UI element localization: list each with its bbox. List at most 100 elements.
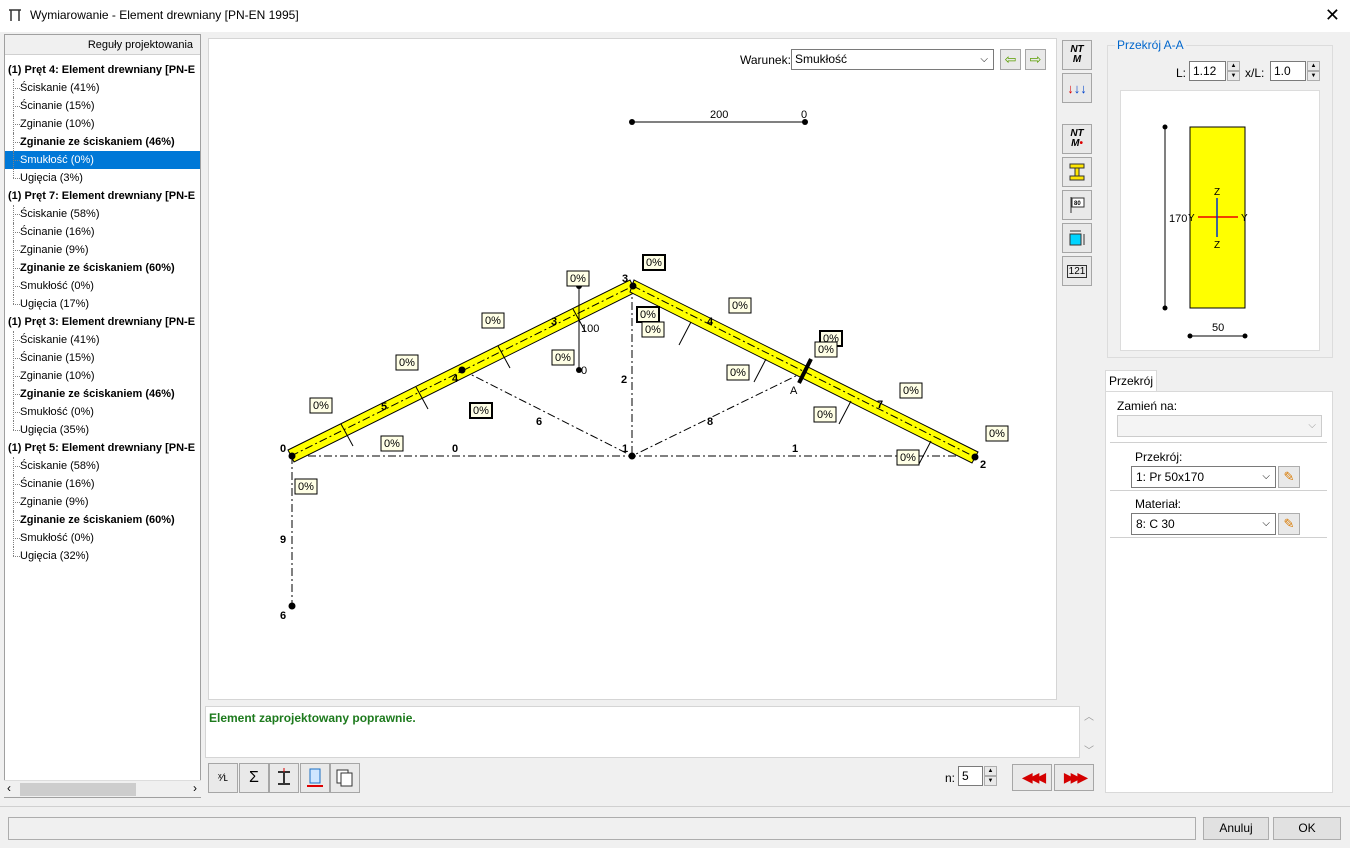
structure-canvas[interactable]: 200 0 A 100 0 0 1 2 3 4 6 0 1 2 3 4 5 6 … [208, 38, 1057, 700]
tree-check-item[interactable]: Ugięcia (35%) [5, 421, 200, 439]
percent-value: 0% [900, 452, 916, 464]
tree-check-item[interactable]: Smukłość (0%) [5, 277, 200, 295]
tree-check-item[interactable]: Ściskanie (58%) [5, 205, 200, 223]
scroll-up-icon[interactable]: ︿ [1084, 708, 1094, 723]
pencil-icon: ✎ [1283, 469, 1295, 484]
tree-check-item[interactable]: Ściskanie (58%) [5, 457, 200, 475]
tree-check-item[interactable]: Zginanie (10%) [5, 115, 200, 133]
tree-group-item[interactable]: (1) Pręt 4: Element drewniany [PN-E [5, 61, 200, 79]
close-icon[interactable]: ✕ [1325, 5, 1340, 25]
spin-down-icon[interactable]: ▼ [1307, 71, 1320, 81]
tree-horizontal-scrollbar[interactable]: ‹ › [4, 780, 201, 797]
divider [1110, 537, 1327, 538]
x-over-l-icon: ˣ⁄ʟ [218, 772, 228, 784]
tree-check-item[interactable]: Ściskanie (41%) [5, 331, 200, 349]
tree-group-item[interactable]: (1) Pręt 7: Element drewniany [PN-E [5, 187, 200, 205]
ntm-button[interactable]: NT M [1062, 40, 1092, 70]
ntm-envelope-button[interactable]: NT M• [1062, 124, 1092, 154]
tree-header[interactable]: Reguły projektowania [5, 35, 200, 55]
arrow-left-icon: ⇦ [1004, 51, 1017, 67]
tab-section[interactable]: Przekrój [1105, 370, 1157, 392]
n-label: n: [945, 771, 956, 785]
l-label: L: [1176, 66, 1187, 80]
spin-up-icon[interactable]: ▲ [1307, 61, 1320, 71]
truss-drawing[interactable]: 200 0 A 100 0 0 1 2 3 4 6 0 1 2 3 4 5 6 … [209, 39, 1058, 701]
tree-check-item[interactable]: Ścinanie (15%) [5, 97, 200, 115]
section-dimension-button[interactable] [1062, 223, 1092, 253]
numbering-button[interactable]: 121 [1062, 256, 1092, 286]
section-dimension-icon [1069, 230, 1085, 246]
tree-check-item[interactable]: Zginanie (9%) [5, 241, 200, 259]
tree-check-item[interactable]: Ugięcia (32%) [5, 547, 200, 565]
rules-tree[interactable]: Reguły projektowania (1) Pręt 4: Element… [4, 34, 201, 798]
material-select[interactable]: 8: C 30 ⌵ [1131, 513, 1276, 535]
tree-check-item[interactable]: Ścinanie (15%) [5, 349, 200, 367]
node-label: 3 [622, 273, 628, 285]
tree-check-item[interactable]: Zginanie ze ściskaniem (46%) [5, 385, 200, 403]
tree-check-item[interactable]: Smukłość (0%) [5, 151, 200, 169]
xl-button[interactable]: ˣ⁄ʟ [208, 763, 238, 793]
message-scrollbar[interactable]: ︿ ﹀ [1081, 706, 1097, 758]
l-spinner[interactable]: ▲ ▼ [1227, 61, 1240, 81]
profile-button[interactable] [1062, 157, 1092, 187]
xl-spinner[interactable]: ▲ ▼ [1307, 61, 1320, 81]
sum-button[interactable]: Σ [239, 763, 269, 793]
edit-profile-button[interactable]: ✎ [1278, 466, 1300, 488]
spin-up-icon[interactable]: ▲ [1227, 61, 1240, 71]
tree-check-item[interactable]: Ugięcia (3%) [5, 169, 200, 187]
bar-label: 1 [792, 443, 798, 455]
xl-input[interactable]: 1.0 [1270, 61, 1306, 81]
replace-select[interactable]: ⌵ [1117, 415, 1322, 437]
tree-check-item[interactable]: Ściskanie (41%) [5, 79, 200, 97]
cancel-button[interactable]: Anuluj [1203, 817, 1269, 840]
node-label: 6 [280, 610, 286, 622]
percent-tag: 0% [728, 297, 752, 314]
message-box: Element zaprojektowany poprawnie. [205, 706, 1080, 758]
tree-check-item[interactable]: Smukłość (0%) [5, 529, 200, 547]
n-input[interactable]: 5 [958, 766, 983, 786]
section-check-button[interactable] [269, 763, 299, 793]
percent-tag: 0% [551, 349, 575, 366]
calculator-button[interactable] [300, 763, 330, 793]
tree-check-item[interactable]: Smukłość (0%) [5, 403, 200, 421]
loads-button[interactable]: ↓↓↓ [1062, 73, 1092, 103]
tree-group-item[interactable]: (1) Pręt 5: Element drewniany [PN-E [5, 439, 200, 457]
percent-value: 0% [640, 309, 656, 321]
percent-value: 0% [732, 300, 748, 312]
tree-check-item[interactable]: Ugięcia (17%) [5, 295, 200, 313]
percent-tag: 0% [294, 478, 318, 495]
spin-up-icon[interactable]: ▲ [984, 766, 997, 776]
profile-select[interactable]: 1: Pr 50x170 ⌵ [1131, 466, 1276, 488]
z-axis-label: Z [1214, 187, 1220, 198]
edit-material-button[interactable]: ✎ [1278, 513, 1300, 535]
tree-check-item[interactable]: Ścinanie (16%) [5, 223, 200, 241]
l-input[interactable]: 1.12 [1189, 61, 1226, 81]
scroll-left-icon[interactable]: ‹ [7, 781, 11, 795]
bar-label: 0 [452, 443, 458, 455]
tree-group-item[interactable]: (1) Pręt 3: Element drewniany [PN-E [5, 313, 200, 331]
y-axis-label: Y [1241, 213, 1248, 224]
xl-label: x/L: [1245, 66, 1265, 80]
n-spinner[interactable]: ▲ ▼ [984, 766, 997, 786]
tree-check-item[interactable]: Ścinanie (16%) [5, 475, 200, 493]
flag-button[interactable]: 80 [1062, 190, 1092, 220]
first-element-button[interactable]: ◀◀◀ [1012, 764, 1052, 791]
ok-button[interactable]: OK [1273, 817, 1341, 840]
previous-condition-button[interactable]: ⇦ [1000, 49, 1021, 70]
last-element-button[interactable]: ▶▶▶ [1054, 764, 1094, 791]
tree-check-item[interactable]: Zginanie (10%) [5, 367, 200, 385]
copy-button[interactable] [330, 763, 360, 793]
scroll-down-icon[interactable]: ﹀ [1084, 742, 1094, 757]
tree-check-item[interactable]: Zginanie (9%) [5, 493, 200, 511]
pencil-icon: ✎ [1283, 516, 1295, 531]
scroll-right-icon[interactable]: › [193, 781, 197, 795]
scroll-thumb[interactable] [20, 783, 136, 796]
tree-check-item[interactable]: Zginanie ze ściskaniem (60%) [5, 511, 200, 529]
next-condition-button[interactable]: ⇨ [1025, 49, 1046, 70]
tree-check-item[interactable]: Zginanie ze ściskaniem (60%) [5, 259, 200, 277]
spin-down-icon[interactable]: ▼ [984, 776, 997, 786]
condition-select[interactable]: Smukłość ⌵ [791, 49, 994, 70]
tree-check-item[interactable]: Zginanie ze ściskaniem (46%) [5, 133, 200, 151]
percent-value: 0% [817, 409, 833, 421]
spin-down-icon[interactable]: ▼ [1227, 71, 1240, 81]
